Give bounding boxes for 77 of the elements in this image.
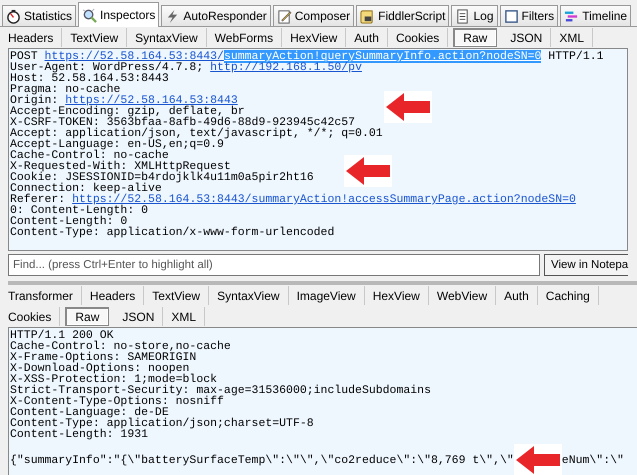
header-text: Referer: bbox=[10, 193, 66, 206]
view-tab[interactable]: Auth bbox=[496, 286, 538, 305]
header-text: eNum\":\" bbox=[562, 454, 624, 467]
view-tab[interactable]: Cookies bbox=[0, 307, 60, 326]
view-tab[interactable]: WebView bbox=[428, 286, 496, 305]
view-tab[interactable]: Headers bbox=[82, 286, 144, 305]
view-tab[interactable]: JSON bbox=[502, 28, 552, 47]
find-field[interactable]: Find... (press Ctrl+Enter to highlight all) bbox=[8, 254, 540, 276]
header-text: 0: Content-Length: 0 bbox=[10, 204, 148, 217]
header-text: HTTP/1.1 bbox=[547, 50, 604, 63]
link[interactable]: https://52.58.164.53:8443/summaryAction!accessSummaryPage.action?nodeSN=0 bbox=[72, 193, 576, 206]
tab-icon bbox=[504, 8, 519, 24]
header-text: User-Agent: WordPress/4.7.8; bbox=[10, 61, 204, 74]
view-tab[interactable]: TextView bbox=[62, 28, 128, 47]
header-text: X-Content-Type-Options: nosniff bbox=[10, 396, 224, 407]
header-text: HTTP/1.1 200 OK bbox=[10, 330, 114, 341]
view-tab[interactable]: XML bbox=[163, 307, 206, 326]
view-tab[interactable]: Raw bbox=[453, 28, 498, 47]
view-tab[interactable]: ImageView bbox=[288, 286, 365, 305]
view-tab[interactable]: Transformer bbox=[0, 286, 82, 305]
header-text: Content-Language: de-DE bbox=[10, 407, 169, 418]
header-text: Accept: application/json, text/javascript, */*; q=0.01 bbox=[10, 127, 383, 140]
main-tab[interactable]: FiddlerScript bbox=[356, 5, 450, 26]
tab-icon bbox=[360, 8, 376, 24]
header-text: Cache-Control: no-store,no-cache bbox=[10, 341, 232, 352]
view-tab[interactable]: SyntaxView bbox=[127, 28, 207, 47]
view-tab[interactable]: JSON bbox=[114, 307, 164, 326]
view-tab[interactable]: WebForms bbox=[206, 28, 282, 47]
link[interactable]: https://52.58.164.53:8443 bbox=[65, 94, 238, 107]
header-text: X-XSS-Protection: 1;mode=block bbox=[10, 374, 218, 385]
tab-icon bbox=[6, 8, 21, 24]
header-text: POST bbox=[10, 50, 38, 63]
view-tab[interactable]: Cookies bbox=[388, 28, 448, 47]
main-tab[interactable]: Composer bbox=[272, 5, 354, 26]
header-text: Pragma: no-cache bbox=[10, 83, 120, 96]
header-text: X-Download-Options: noopen bbox=[10, 363, 190, 374]
link[interactable]: https://52.58.164.53:8443/ bbox=[44, 50, 224, 63]
notepad-button[interactable]: View in Notepa bbox=[544, 254, 628, 276]
header-text: Accept-Language: en-US,en;q=0.9 bbox=[10, 138, 224, 151]
view-tab[interactable]: XML bbox=[551, 28, 594, 47]
header-text: Cache-Control: no-cache bbox=[10, 149, 169, 162]
arrow-icon bbox=[514, 444, 562, 475]
main-tab[interactable]: AutoResponder bbox=[161, 5, 271, 26]
tab-icon bbox=[455, 8, 470, 24]
main-tab[interactable]: Statistics bbox=[2, 5, 76, 26]
view-tab[interactable]: TextView bbox=[144, 286, 210, 305]
main-tab[interactable]: Filters bbox=[500, 5, 558, 26]
header-text: X-Requested-With: XMLHttpRequest bbox=[10, 160, 231, 173]
header-text: Content-Type: application/json;charset=UTF-8 bbox=[10, 418, 315, 429]
header-text: Content-Type: application/x-www-form-urlencoded bbox=[10, 226, 334, 239]
header-text: X-Frame-Options: SAMEORIGIN bbox=[10, 352, 198, 363]
main-tab[interactable]: Log bbox=[451, 5, 498, 26]
header-text: Connection: keep-alive bbox=[10, 182, 162, 195]
header-text: Origin: bbox=[10, 94, 58, 107]
header-text: {"summaryInfo":"{\"batterySurfaceTemp\":\"\",\"co2reduce\":\"8,769 t\",\" bbox=[10, 454, 514, 467]
view-tab[interactable]: HexView bbox=[364, 286, 429, 305]
tab-icon bbox=[276, 8, 292, 24]
tab-icon bbox=[564, 8, 580, 24]
main-tab[interactable]: Inspectors bbox=[78, 2, 160, 27]
tab-icon bbox=[82, 8, 98, 22]
header-text: Host: 52.58.164.53:8443 bbox=[10, 72, 169, 85]
view-tab[interactable]: Auth bbox=[346, 28, 388, 47]
arrow-icon bbox=[344, 155, 392, 187]
view-tab[interactable]: SyntaxView bbox=[209, 286, 289, 305]
header-text: X-CSRF-TOKEN: 3563bfaa-8afb-49d6-88d9-923945c42c57 bbox=[10, 116, 356, 129]
header-text: Strict-Transport-Security: max-age=31536000;includeSubdomains bbox=[10, 385, 432, 396]
view-tab[interactable]: Headers bbox=[0, 28, 62, 47]
main-tab[interactable]: Timeline bbox=[560, 5, 632, 26]
arrow-icon bbox=[384, 91, 432, 123]
view-tab[interactable]: Caching bbox=[538, 286, 599, 305]
header-text: Accept-Encoding: gzip, deflate, br bbox=[10, 105, 245, 118]
view-tab[interactable]: Raw bbox=[65, 307, 110, 326]
view-tab[interactable]: HexView bbox=[282, 28, 346, 47]
header-text: Content-Length: 0 bbox=[10, 215, 128, 228]
header-text: Cookie: JSESSIONID=b4rdojklk4u11m0a5pir2ht16 bbox=[10, 171, 314, 184]
link[interactable]: http://192.168.1.50/pv bbox=[210, 61, 362, 74]
header-text: Content-Length: 1931 bbox=[10, 429, 148, 440]
